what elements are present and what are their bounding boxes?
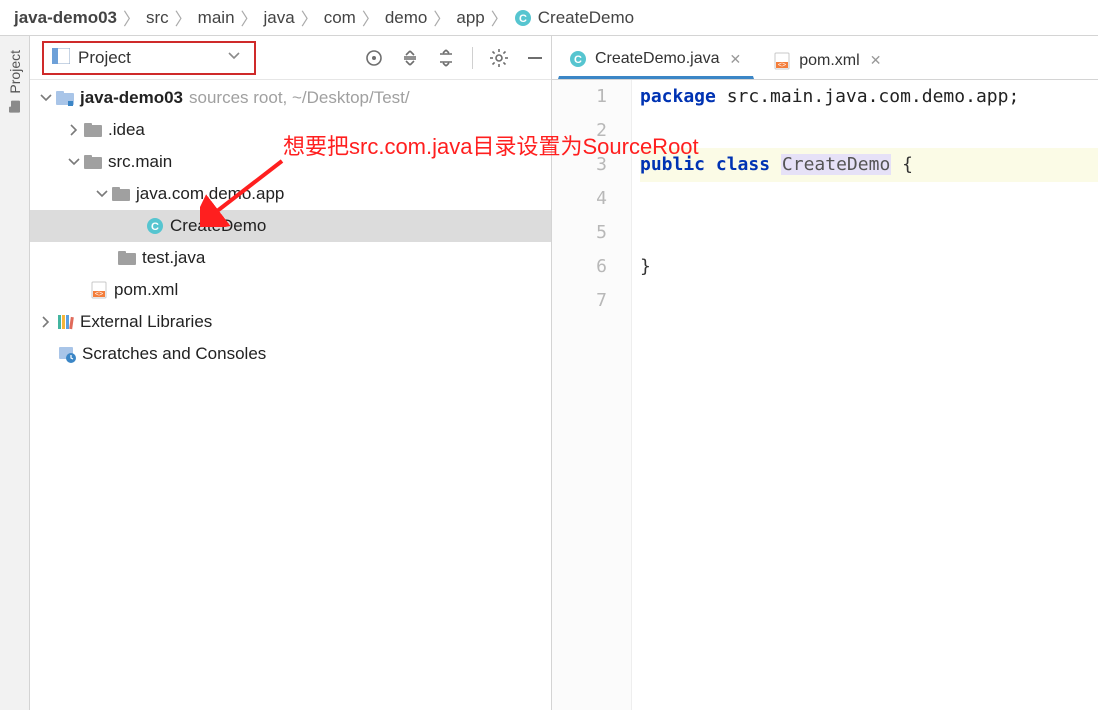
chevron-right-icon: 〉 — [123, 5, 140, 30]
svg-text:<>: <> — [95, 291, 103, 298]
collapse-all-icon[interactable] — [436, 48, 456, 68]
tab-label: CreateDemo.java — [595, 50, 720, 68]
tree-hint: sources root, ~/Desktop/Test/ — [189, 88, 410, 108]
tree-item-external-libraries[interactable]: External Libraries — [30, 306, 551, 338]
code-line[interactable]: } — [640, 250, 1098, 284]
tree-item-srcmain[interactable]: src.main — [30, 146, 551, 178]
line-number: 5 — [552, 216, 607, 250]
svg-text:C: C — [574, 54, 582, 66]
breadcrumb-item[interactable]: main — [194, 8, 239, 28]
line-gutter: 1 2 3 4 5 6 7 — [552, 80, 632, 710]
caret-down-icon[interactable] — [38, 92, 54, 104]
tree-item-javapkg[interactable]: java.com.demo.app — [30, 178, 551, 210]
line-number: 7 — [552, 284, 607, 318]
project-view-icon — [52, 48, 70, 68]
folder-icon — [118, 250, 136, 266]
breadcrumb-item[interactable]: java-demo03 — [10, 8, 121, 28]
folder-icon — [84, 154, 102, 170]
scratches-icon — [58, 345, 76, 363]
line-number: 3 — [552, 148, 607, 182]
tree-label: CreateDemo — [170, 216, 266, 236]
tree-item-createdemo[interactable]: C CreateDemo — [30, 210, 551, 242]
editor-tabs: C CreateDemo.java ✕ <> pom.xml ✕ — [552, 36, 1098, 80]
class-icon: C — [514, 9, 532, 27]
breadcrumb-item[interactable]: demo — [381, 8, 432, 28]
editor-area: C CreateDemo.java ✕ <> pom.xml ✕ 1 2 3 4… — [552, 36, 1098, 710]
tab-createdemo[interactable]: C CreateDemo.java ✕ — [558, 41, 754, 79]
tree-root[interactable]: java-demo03 sources root, ~/Desktop/Test… — [30, 82, 551, 114]
xml-file-icon: <> — [773, 52, 791, 70]
project-view-label: Project — [78, 48, 131, 68]
line-number: 1 — [552, 80, 607, 114]
project-tree[interactable]: java-demo03 sources root, ~/Desktop/Test… — [30, 80, 551, 710]
breadcrumb: java-demo03 〉 src 〉 main 〉 java 〉 com 〉 … — [0, 0, 1098, 36]
chevron-right-icon: 〉 — [175, 5, 192, 30]
code-line[interactable] — [640, 114, 1098, 148]
line-number: 2 — [552, 114, 607, 148]
folder-icon — [8, 100, 22, 114]
svg-text:<>: <> — [778, 62, 786, 69]
folder-icon — [84, 122, 102, 138]
project-panel-header: Project — [30, 36, 551, 80]
breadcrumb-item-final[interactable]: C CreateDemo — [510, 8, 638, 28]
tab-label: pom.xml — [799, 52, 859, 70]
xml-file-icon: <> — [90, 281, 108, 299]
caret-right-icon[interactable] — [38, 316, 54, 328]
chevron-right-icon: 〉 — [362, 5, 379, 30]
code-line[interactable]: package src.main.java.com.demo.app; — [640, 80, 1098, 114]
tree-label: src.main — [108, 152, 172, 172]
line-number: 6 — [552, 250, 607, 284]
tree-label: Scratches and Consoles — [82, 344, 266, 364]
chevron-right-icon: 〉 — [433, 5, 450, 30]
chevron-right-icon: 〉 — [301, 5, 318, 30]
code-line[interactable]: public class CreateDemo { — [640, 148, 1098, 182]
tree-item-testjava[interactable]: test.java — [30, 242, 551, 274]
caret-right-icon[interactable] — [66, 124, 82, 136]
chevron-down-icon — [228, 49, 240, 66]
tree-label: java.com.demo.app — [136, 184, 284, 204]
code-line[interactable] — [640, 216, 1098, 250]
panel-toolbar — [364, 47, 545, 69]
breadcrumb-item[interactable]: java — [260, 8, 299, 28]
caret-down-icon[interactable] — [66, 156, 82, 168]
close-icon[interactable]: ✕ — [728, 51, 744, 68]
breadcrumb-item[interactable]: com — [320, 8, 360, 28]
tree-item-idea[interactable]: .idea — [30, 114, 551, 146]
code-line[interactable] — [640, 182, 1098, 216]
svg-text:C: C — [151, 221, 159, 233]
hide-icon[interactable] — [525, 48, 545, 68]
code-editor[interactable]: 1 2 3 4 5 6 7 package src.main.java.com.… — [552, 80, 1098, 710]
breadcrumb-item[interactable]: app — [452, 8, 488, 28]
class-icon: C — [146, 217, 164, 235]
caret-down-icon[interactable] — [94, 188, 110, 200]
tree-label: External Libraries — [80, 312, 212, 332]
chevron-right-icon: 〉 — [491, 5, 508, 30]
tree-label: test.java — [142, 248, 205, 268]
close-icon[interactable]: ✕ — [868, 52, 884, 69]
tree-item-scratches[interactable]: Scratches and Consoles — [30, 338, 551, 370]
tree-label: .idea — [108, 120, 145, 140]
module-icon — [56, 90, 74, 106]
breadcrumb-item[interactable]: src — [142, 8, 173, 28]
svg-text:C: C — [519, 13, 527, 25]
library-icon — [56, 313, 74, 331]
folder-icon — [112, 186, 130, 202]
chevron-right-icon: 〉 — [241, 5, 258, 30]
project-view-dropdown[interactable]: Project — [42, 41, 256, 75]
code-content[interactable]: package src.main.java.com.demo.app; publ… — [632, 80, 1098, 710]
tool-window-strip: Project — [0, 36, 30, 710]
project-panel: Project java-demo03 sources root, ~/Desk… — [30, 36, 552, 710]
gear-icon[interactable] — [489, 48, 509, 68]
code-line[interactable] — [640, 284, 1098, 318]
toolbar-divider — [472, 47, 473, 69]
class-icon: C — [569, 50, 587, 68]
line-number: 4 — [552, 182, 607, 216]
expand-all-icon[interactable] — [400, 48, 420, 68]
tree-item-pom[interactable]: <> pom.xml — [30, 274, 551, 306]
tab-pom[interactable]: <> pom.xml ✕ — [762, 41, 894, 79]
tree-label: java-demo03 — [80, 88, 183, 108]
project-tool-tab[interactable]: Project — [5, 44, 25, 120]
locate-icon[interactable] — [364, 48, 384, 68]
tree-label: pom.xml — [114, 280, 178, 300]
